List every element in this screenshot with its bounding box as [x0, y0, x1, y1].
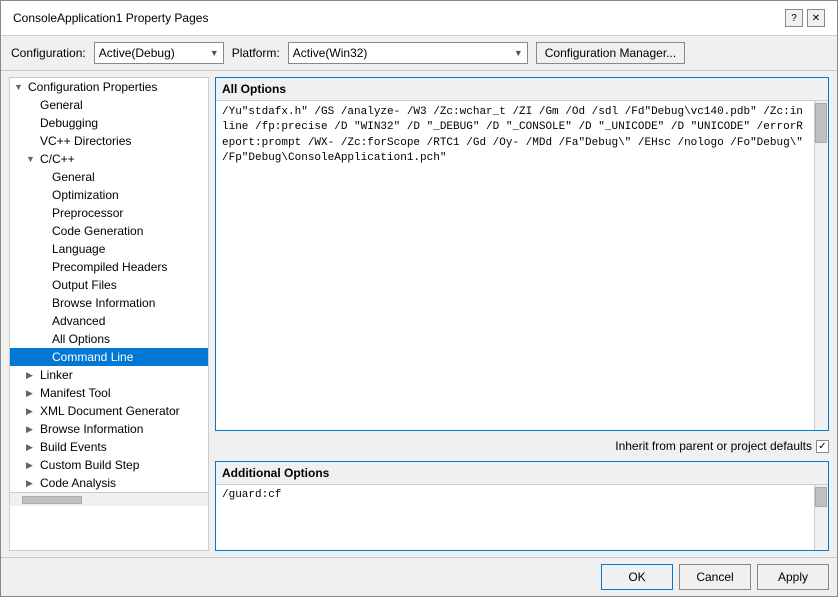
apply-button[interactable]: Apply [757, 564, 829, 590]
bottom-buttons: OK Cancel Apply [1, 557, 837, 596]
cancel-button[interactable]: Cancel [679, 564, 751, 590]
inherit-row: Inherit from parent or project defaults … [215, 437, 829, 455]
tree-item-label: Advanced [52, 314, 105, 328]
platform-value: Active(Win32) [293, 46, 368, 60]
tree-item-label: XML Document Generator [40, 404, 180, 418]
dialog-title: ConsoleApplication1 Property Pages [13, 11, 208, 25]
additional-options-box: Additional Options /guard:cf [215, 461, 829, 551]
tree-item-label: General [40, 98, 83, 112]
tree-item-label: Code Analysis [40, 476, 116, 490]
config-dropdown-arrow: ▼ [210, 48, 219, 58]
tree-container: ▼Configuration PropertiesGeneralDebuggin… [10, 78, 208, 492]
tree-expand-icon: ▶ [26, 370, 38, 381]
main-content: ▼Configuration PropertiesGeneralDebuggin… [1, 71, 837, 557]
tree-item-optimization[interactable]: Optimization [10, 186, 208, 204]
tree-item-label: Output Files [52, 278, 117, 292]
tree-item-label: C/C++ [40, 152, 75, 166]
all-options-vscroll[interactable] [814, 101, 828, 430]
all-options-vscroll-thumb[interactable] [815, 103, 827, 143]
additional-options-vscroll-thumb[interactable] [815, 487, 827, 507]
tree-item-manifest-tool[interactable]: ▶Manifest Tool [10, 384, 208, 402]
tree-expand-icon: ▼ [14, 82, 26, 92]
title-bar-controls: ? ✕ [785, 9, 825, 27]
tree-item-browse-info[interactable]: Browse Information [10, 294, 208, 312]
additional-options-text[interactable]: /guard:cf [216, 485, 814, 550]
config-label: Configuration: [11, 46, 86, 60]
tree-item-label: General [52, 170, 95, 184]
tree-expand-icon: ▶ [26, 442, 38, 453]
tree-item-label: Optimization [52, 188, 119, 202]
right-panel: All Options /Yu"stdafx.h" /GS /analyze- … [215, 77, 829, 551]
tree-expand-icon: ▶ [26, 388, 38, 399]
tree-expand-icon: ▶ [26, 424, 38, 435]
platform-select[interactable]: Active(Win32) ▼ [288, 42, 528, 64]
tree-item-label: Browse Information [40, 422, 143, 436]
tree-item-label: Linker [40, 368, 73, 382]
tree-expand-icon: ▶ [26, 406, 38, 417]
tree-item-cpp-general[interactable]: General [10, 168, 208, 186]
inherit-checkbox[interactable]: ✓ [816, 440, 829, 453]
tree-scrollbar-bottom [10, 492, 208, 506]
tree-item-vc-dirs[interactable]: VC++ Directories [10, 132, 208, 150]
config-value: Active(Debug) [99, 46, 175, 60]
tree-item-label: Debugging [40, 116, 98, 130]
config-manager-button[interactable]: Configuration Manager... [536, 42, 685, 64]
left-panel: ▼Configuration PropertiesGeneralDebuggin… [9, 77, 209, 551]
tree-item-label: All Options [52, 332, 110, 346]
config-row: Configuration: Active(Debug) ▼ Platform:… [1, 36, 837, 71]
tree-item-label: Preprocessor [52, 206, 123, 220]
all-options-header: All Options [216, 78, 828, 101]
tree-item-browse-info2[interactable]: ▶Browse Information [10, 420, 208, 438]
help-button[interactable]: ? [785, 9, 803, 27]
tree-item-label: VC++ Directories [40, 134, 131, 148]
tree-item-label: Custom Build Step [40, 458, 139, 472]
all-options-box: All Options /Yu"stdafx.h" /GS /analyze- … [215, 77, 829, 431]
all-options-text: /Yu"stdafx.h" /GS /analyze- /W3 /Zc:wcha… [216, 101, 814, 430]
tree-hscroll-thumb[interactable] [22, 496, 82, 504]
tree-item-label: Configuration Properties [28, 80, 157, 94]
tree-item-linker[interactable]: ▶Linker [10, 366, 208, 384]
platform-label: Platform: [232, 46, 280, 60]
tree-item-language[interactable]: Language [10, 240, 208, 258]
all-options-inner: /Yu"stdafx.h" /GS /analyze- /W3 /Zc:wcha… [216, 101, 828, 430]
tree-item-label: Browse Information [52, 296, 155, 310]
tree-expand-icon: ▼ [26, 154, 38, 164]
title-bar: ConsoleApplication1 Property Pages ? ✕ [1, 1, 837, 36]
tree-item-output-files[interactable]: Output Files [10, 276, 208, 294]
tree-item-advanced[interactable]: Advanced [10, 312, 208, 330]
tree-item-code-analysis[interactable]: ▶Code Analysis [10, 474, 208, 492]
tree-expand-icon: ▶ [26, 460, 38, 471]
tree-item-cpp[interactable]: ▼C/C++ [10, 150, 208, 168]
dialog: ConsoleApplication1 Property Pages ? ✕ C… [0, 0, 838, 597]
tree-item-custom-build[interactable]: ▶Custom Build Step [10, 456, 208, 474]
tree-expand-icon: ▶ [26, 478, 38, 489]
tree-item-command-line[interactable]: Command Line [10, 348, 208, 366]
tree-item-label: Manifest Tool [40, 386, 110, 400]
inherit-label: Inherit from parent or project defaults [615, 439, 812, 453]
tree-item-debugging[interactable]: Debugging [10, 114, 208, 132]
tree-item-general[interactable]: General [10, 96, 208, 114]
ok-button[interactable]: OK [601, 564, 673, 590]
tree-item-label: Code Generation [52, 224, 143, 238]
tree-item-precompiled[interactable]: Precompiled Headers [10, 258, 208, 276]
tree-item-preprocessor[interactable]: Preprocessor [10, 204, 208, 222]
tree-item-code-gen[interactable]: Code Generation [10, 222, 208, 240]
tree-item-label: Command Line [52, 350, 133, 364]
tree-item-label: Language [52, 242, 105, 256]
tree-item-config-props[interactable]: ▼Configuration Properties [10, 78, 208, 96]
tree-item-label: Precompiled Headers [52, 260, 167, 274]
additional-options-inner: /guard:cf [216, 485, 828, 550]
config-select[interactable]: Active(Debug) ▼ [94, 42, 224, 64]
platform-dropdown-arrow: ▼ [514, 48, 523, 58]
additional-options-header: Additional Options [216, 462, 828, 485]
additional-options-vscroll[interactable] [814, 485, 828, 550]
tree-item-label: Build Events [40, 440, 107, 454]
tree-item-build-events[interactable]: ▶Build Events [10, 438, 208, 456]
close-button[interactable]: ✕ [807, 9, 825, 27]
tree-item-xml-doc-gen[interactable]: ▶XML Document Generator [10, 402, 208, 420]
tree-item-all-options[interactable]: All Options [10, 330, 208, 348]
